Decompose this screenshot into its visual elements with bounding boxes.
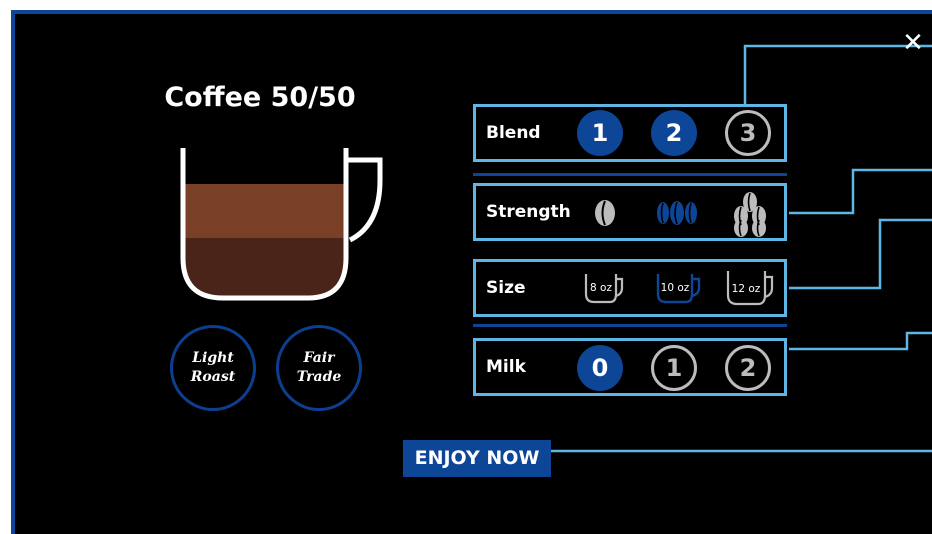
size-8oz-option[interactable]: 8 oz <box>582 270 626 306</box>
fair-trade-badge: Fair Trade <box>276 325 362 411</box>
strong-bean-icon[interactable] <box>728 190 772 238</box>
coffee-cup-illustration <box>180 148 383 301</box>
milk-label: Milk <box>486 357 526 377</box>
blend-option-2[interactable]: 2 <box>651 110 697 156</box>
light-roast-badge: Light Roast <box>170 325 256 411</box>
size-12oz-option[interactable]: 12 oz <box>724 268 778 308</box>
blend-option-3[interactable]: 3 <box>725 110 771 156</box>
blend-label: Blend <box>486 123 541 143</box>
cup-coffee-bottom-layer <box>183 238 346 298</box>
strength-label: Strength <box>486 202 571 222</box>
close-icon[interactable]: ✕ <box>898 28 928 58</box>
size-8oz-label: 8 oz <box>590 282 612 294</box>
size-10oz-label: 10 oz <box>661 282 690 294</box>
blend-option-1[interactable]: 1 <box>577 110 623 156</box>
milk-option-row: Milk 0 1 2 <box>473 338 787 396</box>
blend-option-row: Blend 1 2 3 <box>473 104 787 162</box>
divider <box>473 324 787 327</box>
milk-option-1[interactable]: 1 <box>651 345 697 391</box>
cup-handle <box>346 157 383 243</box>
size-10oz-option[interactable]: 10 oz <box>654 270 704 306</box>
enjoy-now-button[interactable]: ENJOY NOW <box>403 440 551 477</box>
milk-option-2[interactable]: 2 <box>725 345 771 391</box>
size-label: Size <box>486 278 526 298</box>
milk-option-0[interactable]: 0 <box>577 345 623 391</box>
medium-bean-icon[interactable] <box>654 196 700 230</box>
size-option-row: Size 8 oz 10 oz 12 oz <box>473 259 787 317</box>
mild-bean-icon[interactable] <box>590 196 620 230</box>
size-12oz-label: 12 oz <box>732 283 761 295</box>
cup-coffee-top-layer <box>183 184 346 238</box>
divider <box>473 173 787 176</box>
product-title: Coffee 50/50 <box>164 82 356 113</box>
strength-option-row: Strength <box>473 183 787 241</box>
